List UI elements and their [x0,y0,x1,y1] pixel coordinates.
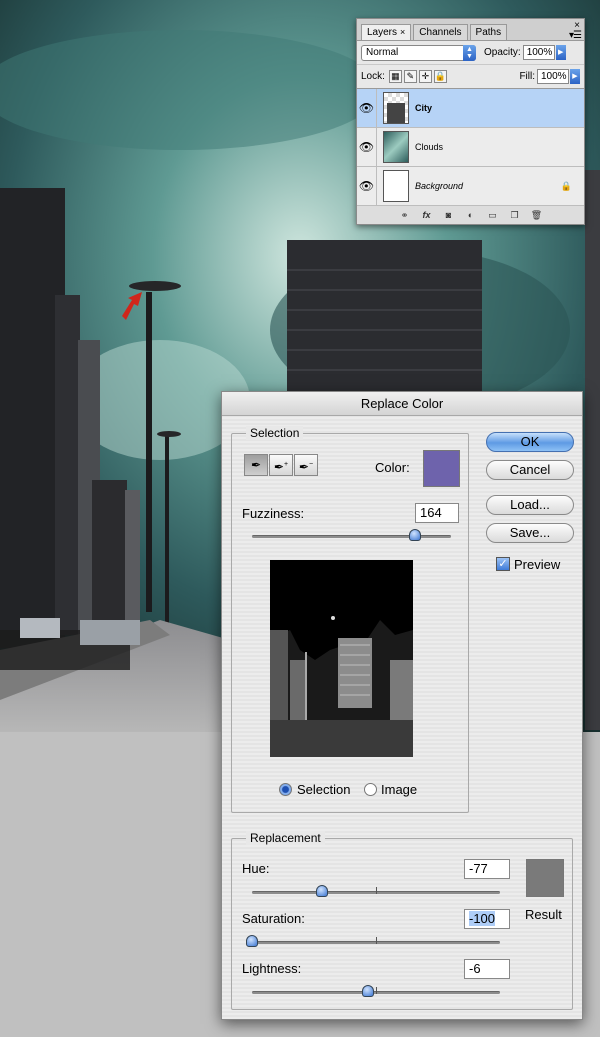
ok-button[interactable]: OK [486,432,574,452]
layer-style-icon[interactable]: fx [418,209,436,222]
lightness-slider-center-tick [376,987,377,994]
hue-slider-knob[interactable] [316,885,328,897]
selection-group-title: Selection [246,426,304,440]
tab-channels-label: Channels [419,27,462,38]
saturation-label: Saturation: [242,911,305,926]
radio-selection[interactable] [279,783,292,796]
lock-transparency-icon[interactable]: ▦ [388,70,402,83]
opacity-label: Opacity: [484,47,521,58]
layers-panel-footer: ⚭ fx ◙ ◐ ▭ ❐ 🗑 [357,206,584,224]
selection-preview [270,560,413,757]
layer-lock-icon: 🔒 [560,180,572,191]
dialog-title: Replace Color [222,392,582,416]
layer-thumbnail [383,170,409,202]
saturation-value: -100 [469,911,496,926]
lightness-slider-knob[interactable] [362,985,374,997]
saturation-input[interactable]: -100 [464,909,510,929]
tab-paths-label: Paths [475,27,502,38]
preview-label: Preview [514,557,561,572]
tab-layers-label: Layers [367,27,398,38]
replacement-group: Replacement Hue: -77 Saturation: -100 Li… [231,831,573,1010]
hue-label: Hue: [242,861,270,876]
lightness-input[interactable]: -6 [464,959,510,979]
radio-image-label: Image [381,782,418,797]
layer-name-city: City [415,103,433,113]
result-label: Result [525,907,562,922]
tab-paths[interactable]: Paths [469,24,508,40]
layer-thumbnail [383,131,409,163]
opacity-input[interactable]: 100% [522,45,555,60]
eyedropper-minus-icon[interactable]: ✒− [294,454,318,476]
layer-thumbnail [383,92,409,124]
lightness-label: Lightness: [242,961,302,976]
blend-mode-select[interactable]: Normal ▲ ▼ [361,44,476,61]
color-label: Color: [375,460,410,475]
layer-row-clouds[interactable]: 👁 Clouds [357,127,584,167]
panel-menu-icon[interactable]: ▾☰ [569,30,582,41]
adjustment-layer-icon[interactable]: ◐ [462,209,480,222]
cancel-button[interactable]: Cancel [486,460,574,480]
visibility-eye-icon[interactable]: 👁 [357,127,377,167]
eyedropper-icon[interactable]: ✒ [244,454,268,476]
selection-group: Selection ✒ ✒+ ✒− Color: Fuzziness: 164 [231,426,469,813]
layers-panel: Layers × Channels Paths × ▾☰ Normal ▲ ▼ Opa… [356,18,585,225]
selection-mask-art [270,560,413,757]
new-group-icon[interactable]: ▭ [484,209,502,222]
lock-row: Lock: ▦ ✎ ✛ 🔒 Fill: 100% ▶ [357,65,584,89]
fuzziness-slider-knob[interactable] [409,529,422,541]
selection-color-swatch[interactable] [423,450,460,487]
lock-all-icon[interactable]: 🔒 [433,70,447,83]
select-arrows-icon: ▲ ▼ [463,44,476,61]
replacement-group-title: Replacement [246,831,325,845]
layers-panel-tabs: Layers × Channels Paths × ▾☰ [357,19,584,41]
replace-color-dialog: Replace Color Selection ✒ ✒+ ✒− Color: F… [221,391,583,1020]
blend-row: Normal ▲ ▼ Opacity: 100% ▶ [357,41,584,65]
layer-name-background: Background [415,181,464,191]
fuzziness-input[interactable]: 164 [415,503,459,523]
radio-image[interactable] [364,783,377,796]
layer-row-city[interactable]: 👁 City [357,88,584,128]
link-layers-icon[interactable]: ⚭ [396,209,414,222]
preview-checkbox[interactable]: ✓ [496,557,510,571]
tab-channels[interactable]: Channels [413,24,468,40]
lock-position-icon[interactable]: ✛ [418,70,432,83]
tab-layers[interactable]: Layers × [361,24,412,40]
load-button[interactable]: Load... [486,495,574,515]
visibility-eye-icon[interactable]: 👁 [357,88,377,128]
tab-close-icon[interactable]: × [400,27,405,37]
hue-input[interactable]: -77 [464,859,510,879]
radio-selection-label: Selection [297,782,351,797]
fill-input[interactable]: 100% [537,69,569,84]
trash-icon[interactable]: 🗑 [528,209,546,222]
opacity-slider-arrow-icon[interactable]: ▶ [555,45,566,60]
layer-name-clouds: Clouds [415,142,444,152]
saturation-slider-center-tick [376,937,377,944]
new-layer-icon[interactable]: ❐ [506,209,524,222]
saturation-slider-knob[interactable] [246,935,258,947]
blend-mode-value: Normal [366,46,399,58]
save-button[interactable]: Save... [486,523,574,543]
visibility-eye-icon[interactable]: 👁 [357,166,377,206]
layer-row-background[interactable]: 👁 Background 🔒 [357,166,584,206]
result-color-swatch[interactable] [526,859,564,897]
lock-label: Lock: [361,71,385,82]
layer-mask-icon[interactable]: ◙ [440,209,458,222]
fuzziness-label: Fuzziness: [242,506,305,521]
fill-slider-arrow-icon[interactable]: ▶ [570,69,580,84]
fill-label: Fill: [519,71,535,82]
hue-slider-center-tick [376,887,377,894]
eyedropper-plus-icon[interactable]: ✒+ [269,454,293,476]
lock-image-icon[interactable]: ✎ [403,70,417,83]
